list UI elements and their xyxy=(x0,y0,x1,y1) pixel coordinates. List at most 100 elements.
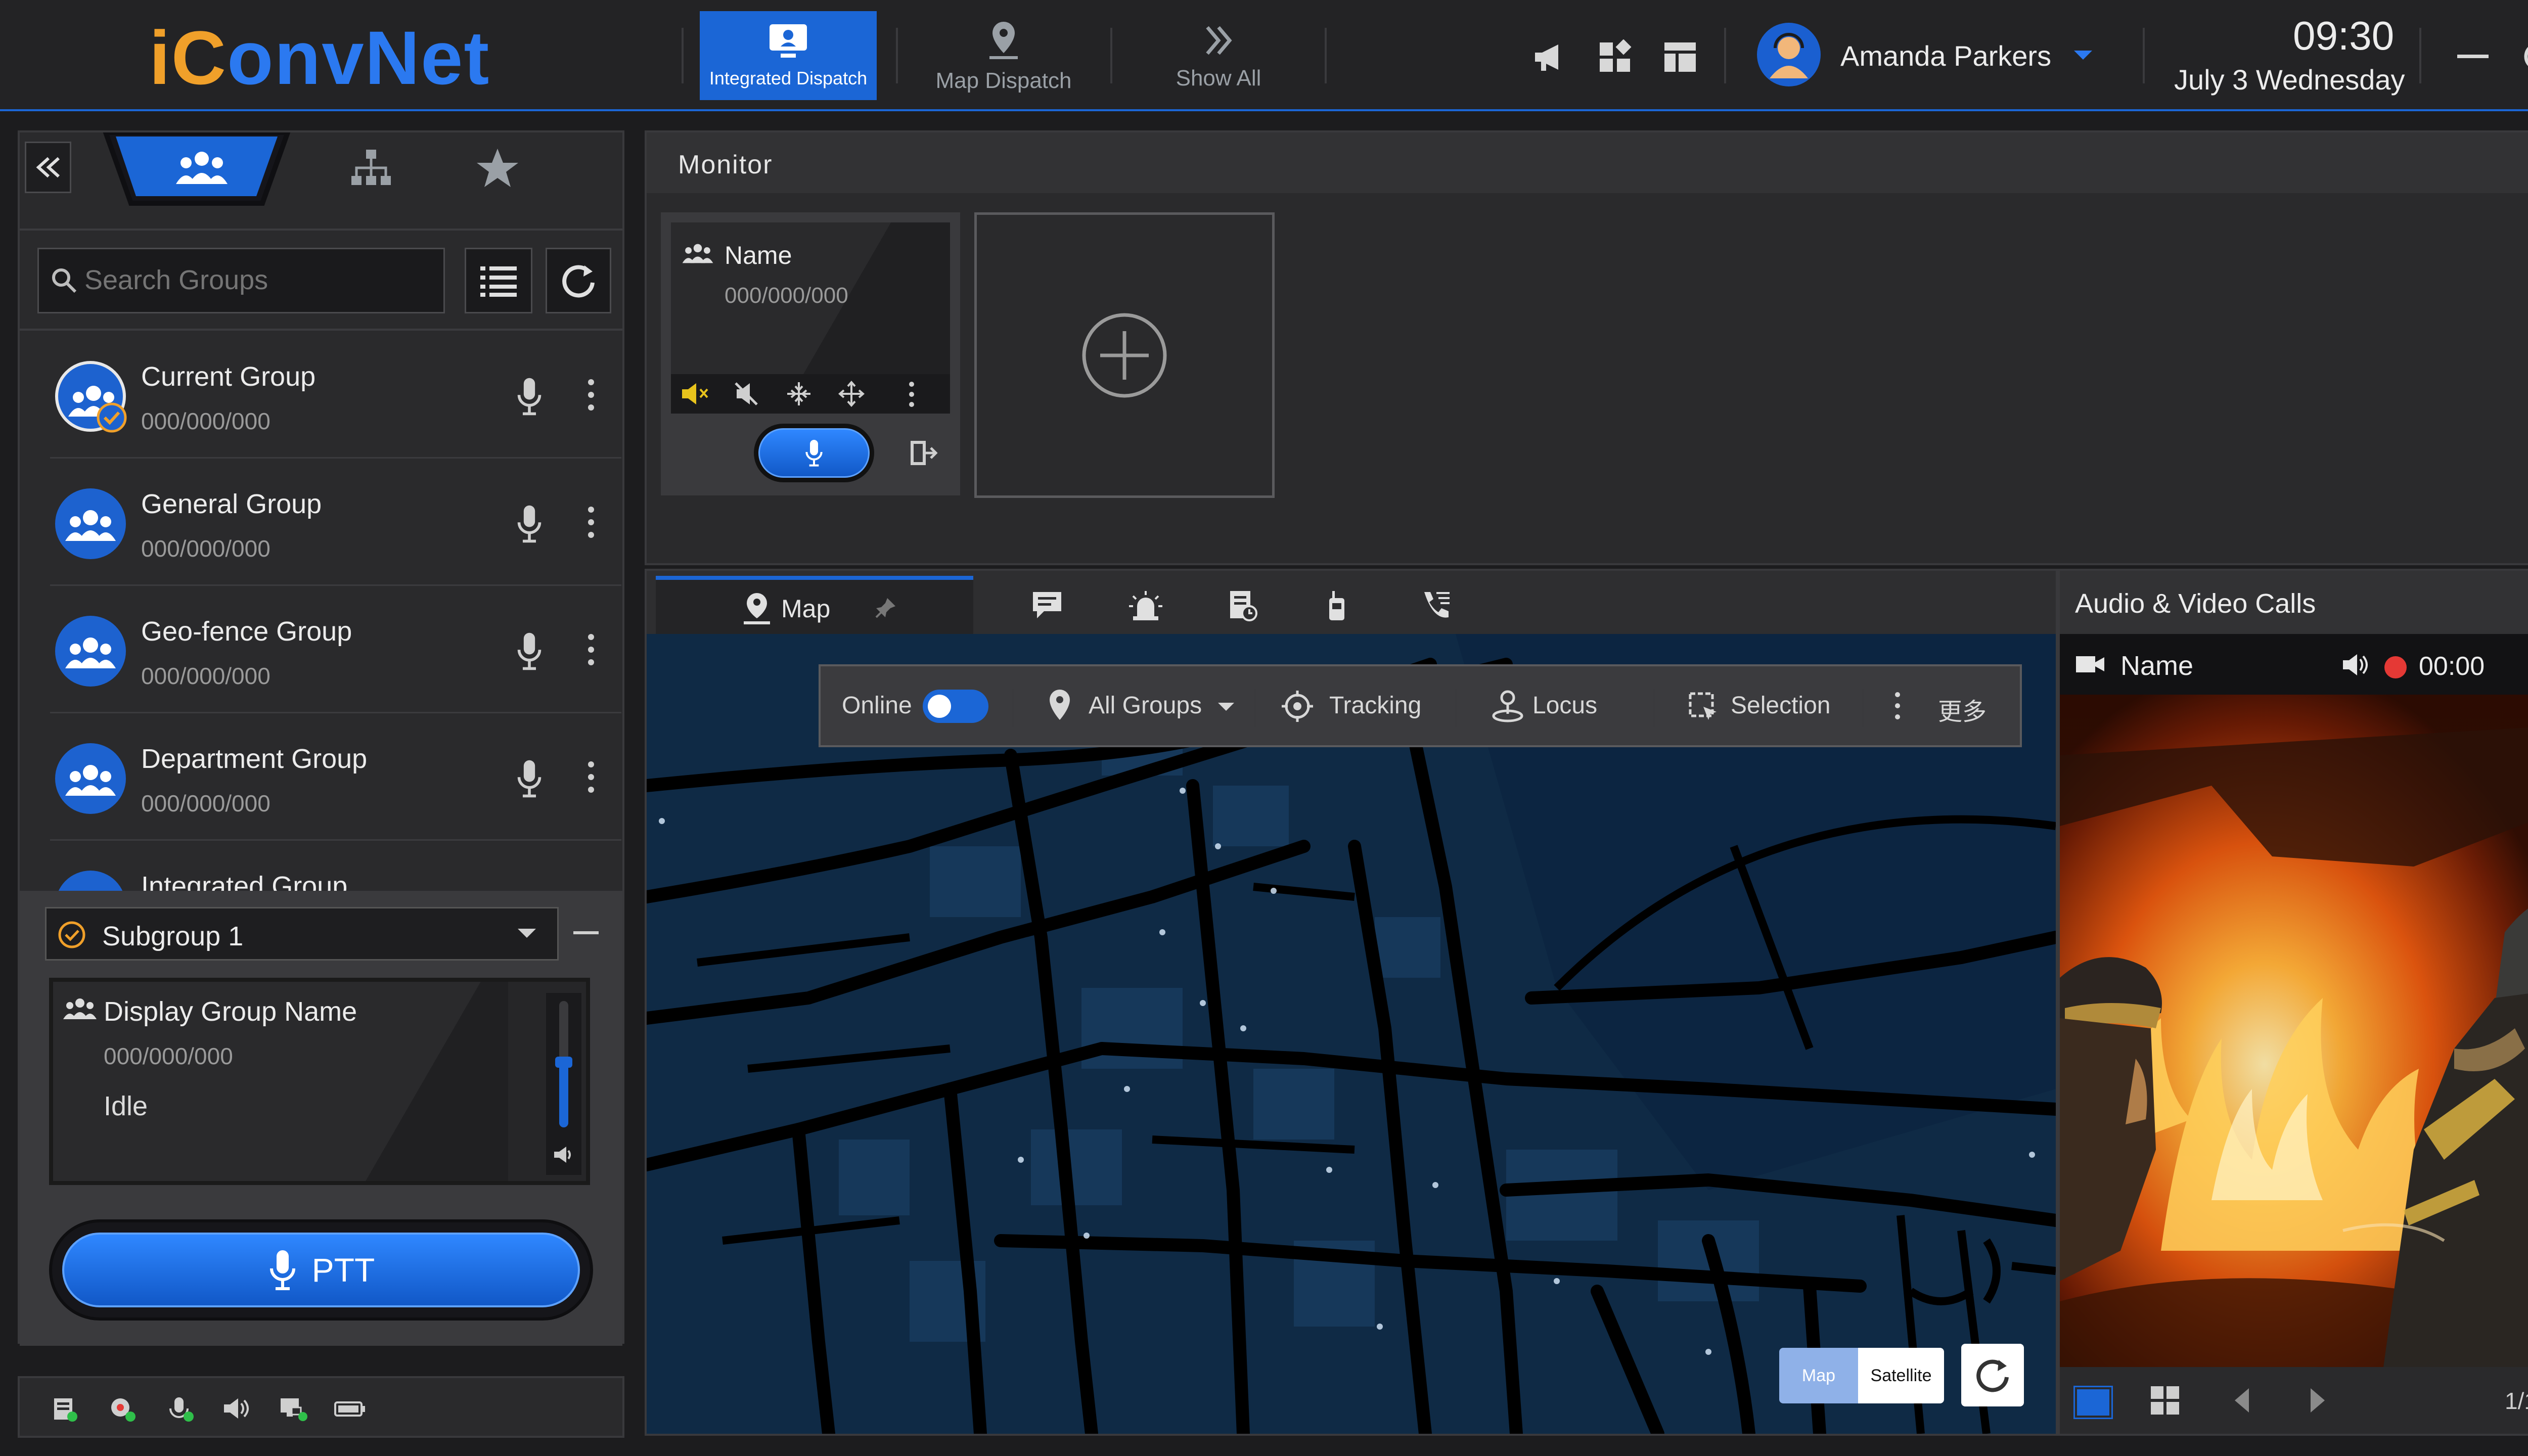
microphone-icon[interactable] xyxy=(515,376,544,417)
mute-speaker-icon[interactable] xyxy=(680,381,710,406)
monitor-panel: Monitor Name 000/000/000 xyxy=(645,130,2528,565)
groups-caret-icon[interactable] xyxy=(1217,702,1235,713)
megaphone-icon[interactable] xyxy=(1532,39,1567,75)
group-list-item[interactable]: Current Group 000/000/000 xyxy=(50,331,621,459)
shrink-icon[interactable] xyxy=(785,380,812,407)
mic-status-icon[interactable] xyxy=(166,1395,195,1423)
group-list-item[interactable]: General Group 000/000/000 xyxy=(50,458,621,586)
tab-call-log-icon[interactable] xyxy=(1419,589,1453,621)
avatar[interactable] xyxy=(1757,23,1821,86)
minimize-icon[interactable] xyxy=(2457,55,2489,58)
more-vertical-icon[interactable] xyxy=(586,378,596,412)
tab-records-icon[interactable] xyxy=(1226,589,1258,622)
map-refresh-button[interactable] xyxy=(1961,1344,2024,1406)
search-box[interactable] xyxy=(37,248,445,313)
call-footer: 1/16 xyxy=(2060,1367,2528,1434)
tab-org-tree[interactable] xyxy=(348,148,394,188)
group-name: General Group xyxy=(141,489,322,519)
more-vertical-icon[interactable] xyxy=(907,381,917,407)
microphone-icon[interactable] xyxy=(515,631,544,671)
collapse-subgroup-icon[interactable] xyxy=(573,931,599,934)
group-list-item[interactable]: Geo-fence Group 000/000/000 xyxy=(50,585,621,713)
exit-icon[interactable] xyxy=(908,438,938,468)
tracking-button[interactable]: Tracking xyxy=(1329,692,1421,719)
show-all-button[interactable]: Show All xyxy=(1112,10,1325,101)
all-groups-select[interactable]: All Groups xyxy=(1089,692,1202,719)
calls-title: Audio & Video Calls xyxy=(2075,588,2316,619)
list-view-button[interactable] xyxy=(465,248,532,313)
microphone-icon xyxy=(804,438,824,468)
single-view-icon[interactable] xyxy=(2073,1386,2113,1419)
more-vertical-icon[interactable] xyxy=(586,506,596,539)
volume-slider[interactable] xyxy=(546,993,581,1175)
monitor-title: Monitor xyxy=(678,150,773,179)
search-input[interactable] xyxy=(83,260,429,300)
group-id: 000/000/000 xyxy=(141,408,270,434)
org-tree-icon xyxy=(351,150,391,185)
tracking-icon xyxy=(1281,690,1314,723)
group-name: Current Group xyxy=(141,361,316,392)
user-name[interactable]: Amanda Parkers xyxy=(1840,39,2051,72)
online-toggle[interactable] xyxy=(923,690,988,723)
tab-alarm-icon[interactable] xyxy=(1128,589,1163,621)
top-bar: iConvNet iConvNet Integrated Dispatch Ma… xyxy=(0,0,2528,111)
map-dispatch-button[interactable]: Map Dispatch xyxy=(897,10,1110,101)
integrated-dispatch-button[interactable]: Integrated Dispatch xyxy=(700,11,877,100)
microphone-icon[interactable] xyxy=(515,504,544,544)
group-id: 000/000/000 xyxy=(141,663,270,689)
monitor-ptt-button[interactable] xyxy=(754,424,874,482)
more-vertical-icon[interactable] xyxy=(586,760,596,794)
caret-down-icon[interactable] xyxy=(2073,50,2093,62)
ptt-button[interactable]: PTT xyxy=(49,1219,593,1321)
layout-icon[interactable] xyxy=(1662,39,1698,75)
subgroup-card: Subgroup 1 Display Group Name 000/000/00… xyxy=(20,891,622,1346)
map-type-satellite-button[interactable]: Satellite xyxy=(1858,1348,1944,1403)
status-bar xyxy=(18,1376,624,1438)
grid-view-icon[interactable] xyxy=(2150,1385,2180,1416)
subgroup-select[interactable]: Subgroup 1 xyxy=(45,907,559,961)
dispatch-log-icon[interactable] xyxy=(50,1395,78,1423)
monitor-card-id: 000/000/000 xyxy=(725,283,848,308)
volume-slider-thumb[interactable] xyxy=(555,1057,572,1068)
show-all-label: Show All xyxy=(1176,66,1261,90)
tab-messages-icon[interactable] xyxy=(1031,590,1063,620)
tab-favorites[interactable] xyxy=(475,147,520,189)
group-list-item[interactable]: Department Group 000/000/000 xyxy=(50,713,621,841)
add-monitor-button[interactable] xyxy=(974,212,1275,498)
pin-icon[interactable] xyxy=(873,595,898,620)
volume-icon[interactable] xyxy=(2341,652,2371,677)
more-button[interactable]: 更多 xyxy=(1938,692,1987,727)
next-icon[interactable] xyxy=(2308,1386,2328,1415)
widgets-icon[interactable] xyxy=(1598,39,1633,75)
tab-radio-icon[interactable] xyxy=(1324,589,1349,622)
group-avatar xyxy=(55,743,126,814)
display-group-box: Display Group Name 000/000/000 Idle xyxy=(49,978,590,1185)
more-vertical-icon[interactable] xyxy=(586,633,596,666)
tab-groups[interactable] xyxy=(101,132,298,208)
video-feed[interactable] xyxy=(2060,695,2528,1367)
online-label: Online xyxy=(842,692,912,719)
network-status-icon[interactable] xyxy=(279,1395,309,1423)
record-indicator xyxy=(2384,656,2407,678)
collapse-panel-button[interactable] xyxy=(25,142,71,193)
map-canvas[interactable]: Online All Groups Tracking Locus Selecti… xyxy=(647,634,2056,1434)
expand-icon[interactable] xyxy=(838,380,865,407)
speaker-status-icon[interactable] xyxy=(222,1396,252,1422)
more-vertical-icon[interactable] xyxy=(1892,691,1903,721)
microphone-icon[interactable] xyxy=(515,758,544,799)
map-type-map-button[interactable]: Map xyxy=(1779,1348,1858,1403)
power-icon[interactable] xyxy=(2520,38,2528,73)
camera-status-icon[interactable] xyxy=(108,1395,137,1423)
previous-icon[interactable] xyxy=(2232,1386,2252,1415)
selection-button[interactable]: Selection xyxy=(1731,692,1830,719)
battery-icon[interactable] xyxy=(334,1400,366,1418)
group-avatar xyxy=(55,616,126,687)
refresh-button[interactable] xyxy=(546,248,611,313)
clock-time: 09:30 xyxy=(2293,13,2395,58)
map-type-map-label: Map xyxy=(1801,1366,1836,1385)
mute-audio-icon[interactable] xyxy=(733,381,761,406)
group-icon xyxy=(681,242,714,265)
monitor-card-controls xyxy=(671,374,950,414)
tab-map[interactable]: Map xyxy=(656,576,973,634)
locus-button[interactable]: Locus xyxy=(1532,692,1597,719)
